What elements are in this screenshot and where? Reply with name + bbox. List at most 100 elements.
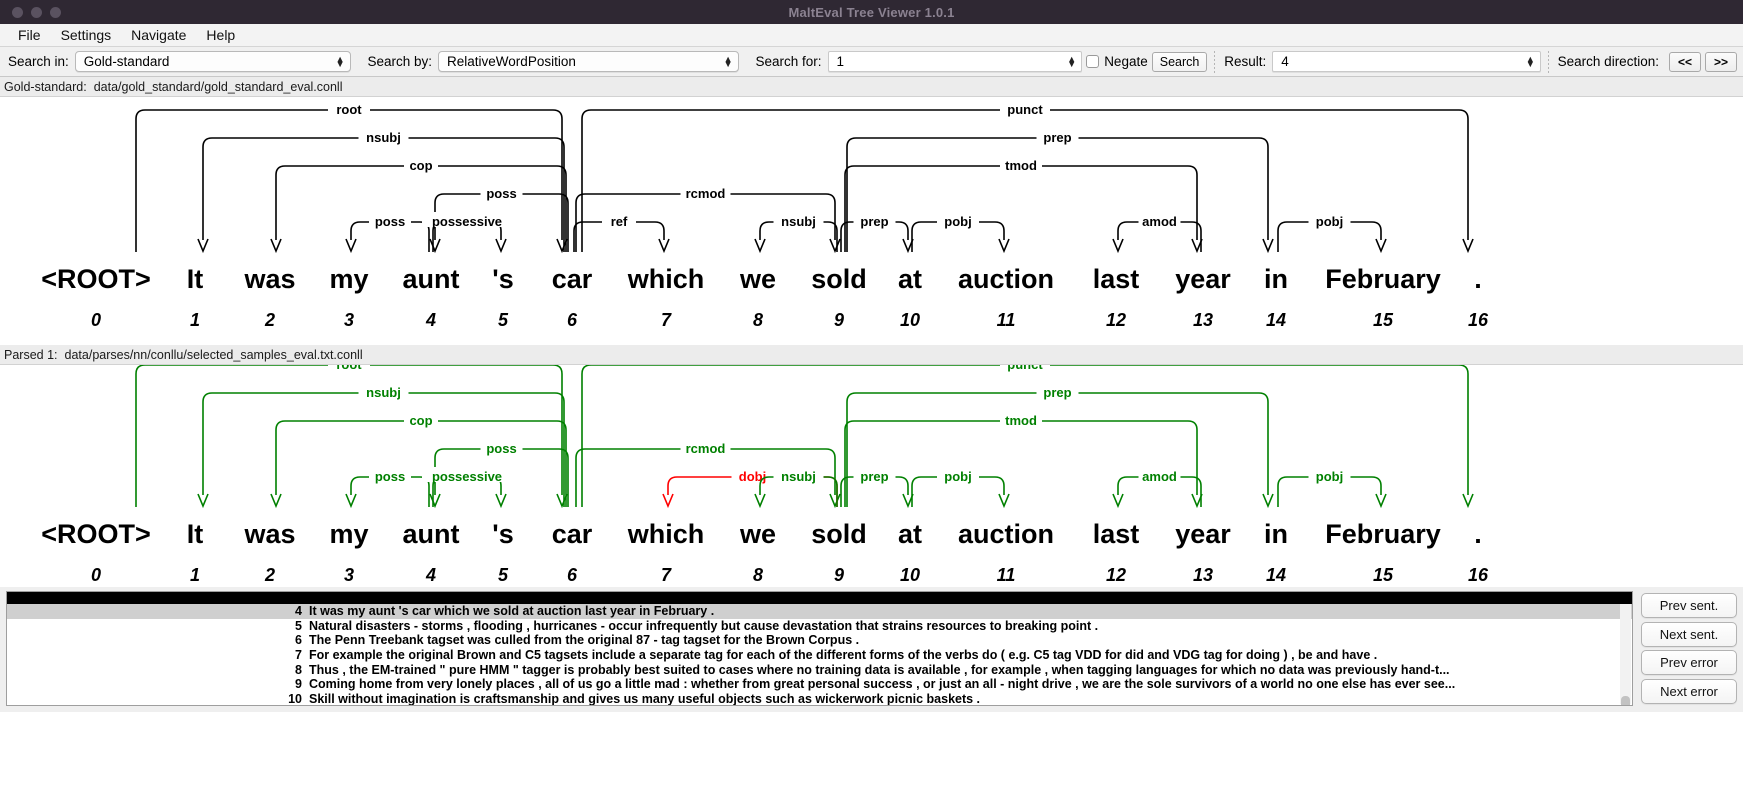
- search-next-button[interactable]: >>: [1704, 51, 1737, 72]
- dependency-arc[interactable]: amod: [1112, 467, 1202, 509]
- dependency-arc[interactable]: tmod: [844, 411, 1203, 509]
- token-index: 6: [567, 310, 578, 330]
- sentence-list-item[interactable]: 9 Coming home from very lonely places , a…: [7, 677, 1632, 692]
- result-select[interactable]: 4 ▲ ▼: [1272, 51, 1541, 72]
- token-form[interactable]: February: [1325, 264, 1441, 294]
- next-sentence-button[interactable]: Next sent.: [1641, 621, 1737, 647]
- sentence-list-item[interactable]: 7 For example the original Brown and C5 t…: [7, 648, 1632, 663]
- search-button[interactable]: Search: [1151, 51, 1208, 72]
- token-form[interactable]: was: [243, 519, 295, 549]
- result-label: Result:: [1224, 54, 1267, 69]
- token-form[interactable]: was: [243, 264, 295, 294]
- token-form[interactable]: in: [1264, 264, 1288, 294]
- token-form[interactable]: which: [627, 519, 705, 549]
- arc-label: rcmod: [686, 186, 726, 201]
- minimize-icon[interactable]: [31, 6, 42, 18]
- search-by-select[interactable]: RelativeWordPosition ▲ ▼: [438, 51, 739, 72]
- dependency-arc[interactable]: poss: [345, 212, 430, 254]
- chevron-updown-icon: ▲ ▼: [335, 53, 345, 69]
- gold-standard-tree-pane[interactable]: root nsubj cop poss poss possessive punct rcmod…: [0, 97, 1743, 345]
- sentence-list-item[interactable]: 6 The Penn Treebank tagset was culled fro…: [7, 633, 1632, 648]
- dependency-arc[interactable]: pobj: [1277, 212, 1387, 254]
- token-form[interactable]: sold: [811, 264, 867, 294]
- token-form[interactable]: year: [1175, 264, 1231, 294]
- token-form[interactable]: 's: [492, 264, 513, 294]
- token-form[interactable]: at: [898, 519, 922, 549]
- dependency-arc[interactable]: pobj: [1277, 467, 1387, 509]
- dependency-arc[interactable]: amod: [1112, 212, 1202, 254]
- window-controls[interactable]: [0, 6, 61, 18]
- token-form[interactable]: last: [1093, 264, 1140, 294]
- search-for-input[interactable]: 1 ▲ ▼: [827, 51, 1083, 72]
- token-index: 14: [1266, 565, 1286, 585]
- dependency-arc[interactable]: pobj: [911, 212, 1010, 254]
- negate-checkbox-wrapper[interactable]: Negate: [1082, 54, 1152, 69]
- dependency-arc[interactable]: prep: [840, 212, 914, 254]
- dependency-arc[interactable]: nsubj: [754, 212, 838, 254]
- menu-settings[interactable]: Settings: [51, 26, 122, 44]
- dependency-arc[interactable]: tmod: [844, 156, 1203, 254]
- menu-navigate[interactable]: Navigate: [121, 26, 196, 44]
- token-form[interactable]: 's: [492, 519, 513, 549]
- dependency-arc[interactable]: punct: [581, 365, 1474, 509]
- dependency-arc[interactable]: prep: [846, 128, 1274, 254]
- sentence-list-scroll-thumb[interactable]: [1621, 696, 1630, 705]
- dependency-arc[interactable]: prep: [846, 383, 1274, 509]
- dependency-arc[interactable]: ref: [573, 212, 670, 254]
- sentence-list[interactable]: 4 It was my aunt 's car which we sold at …: [6, 591, 1633, 706]
- token-form[interactable]: It: [187, 519, 204, 549]
- negate-checkbox[interactable]: [1086, 55, 1100, 68]
- arc-label: dobj: [739, 469, 766, 484]
- sentence-list-item[interactable]: 5 Natural disasters - storms , flooding ,…: [7, 619, 1632, 634]
- menu-help[interactable]: Help: [196, 26, 245, 44]
- token-form[interactable]: which: [627, 264, 705, 294]
- next-error-button[interactable]: Next error: [1641, 678, 1737, 704]
- dependency-arc[interactable]: poss: [345, 467, 430, 509]
- prev-sentence-button[interactable]: Prev sent.: [1641, 593, 1737, 618]
- token-form[interactable]: my: [329, 519, 368, 549]
- token-form[interactable]: It: [187, 264, 204, 294]
- parsed-tree-pane[interactable]: root nsubj cop poss poss possessive punct rcmod…: [0, 365, 1743, 587]
- token-form[interactable]: car: [552, 264, 593, 294]
- maximize-icon[interactable]: [50, 6, 61, 18]
- search-in-select[interactable]: Gold-standard ▲ ▼: [74, 51, 351, 72]
- token-form[interactable]: we: [739, 264, 776, 294]
- token-form[interactable]: car: [552, 519, 593, 549]
- token-index: 5: [498, 565, 509, 585]
- sentence-list-scrollbar[interactable]: [1620, 604, 1631, 705]
- token-form[interactable]: in: [1264, 519, 1288, 549]
- token-form[interactable]: auction: [958, 264, 1054, 294]
- sentence-list-item[interactable]: 10 Skill without imagination is craftsman…: [7, 692, 1632, 705]
- dependency-arc[interactable]: punct: [581, 100, 1474, 254]
- token-form[interactable]: .: [1474, 264, 1482, 294]
- dependency-arc[interactable]: pobj: [911, 467, 1010, 509]
- token-index: 4: [425, 565, 436, 585]
- sentence-list-item[interactable]: 4 It was my aunt 's car which we sold at …: [7, 604, 1632, 619]
- dependency-arc[interactable]: prep: [840, 467, 914, 509]
- sentence-list-rows[interactable]: 4 It was my aunt 's car which we sold at …: [7, 604, 1632, 705]
- token-form[interactable]: <ROOT>: [41, 519, 151, 549]
- token-form[interactable]: .: [1474, 519, 1482, 549]
- token-form[interactable]: we: [739, 519, 776, 549]
- chevron-updown-icon: ▲ ▼: [1525, 53, 1535, 69]
- token-form[interactable]: last: [1093, 519, 1140, 549]
- token-form[interactable]: February: [1325, 519, 1441, 549]
- token-form[interactable]: <ROOT>: [41, 264, 151, 294]
- token-form[interactable]: aunt: [403, 519, 460, 549]
- token-form[interactable]: my: [329, 264, 368, 294]
- menu-file[interactable]: File: [8, 26, 51, 44]
- dependency-arc[interactable]: cop: [270, 156, 567, 254]
- arc-label: root: [336, 102, 362, 117]
- token-index: 9: [834, 565, 844, 585]
- close-icon[interactable]: [12, 6, 23, 18]
- prev-error-button[interactable]: Prev error: [1641, 650, 1737, 676]
- dependency-arc[interactable]: cop: [270, 411, 567, 509]
- sentence-list-item[interactable]: 8 Thus , the EM-trained " pure HMM " tagg…: [7, 662, 1632, 677]
- arc-label: prep: [1043, 385, 1071, 400]
- token-form[interactable]: at: [898, 264, 922, 294]
- token-form[interactable]: auction: [958, 519, 1054, 549]
- token-form[interactable]: aunt: [403, 264, 460, 294]
- token-form[interactable]: year: [1175, 519, 1231, 549]
- search-prev-button[interactable]: <<: [1668, 51, 1701, 72]
- token-form[interactable]: sold: [811, 519, 867, 549]
